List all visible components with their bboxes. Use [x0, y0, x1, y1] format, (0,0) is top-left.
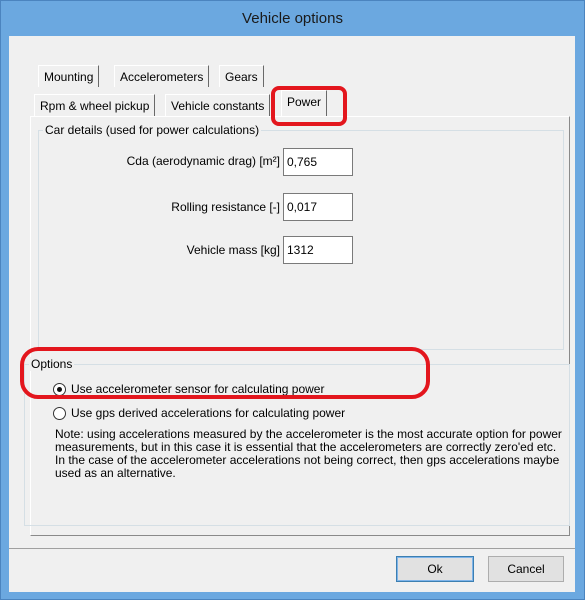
radio-use-gps[interactable]: Use gps derived accelerations for calcul… [53, 404, 345, 422]
tab-vehicle-constants-label: Vehicle constants [171, 99, 265, 113]
ok-button[interactable]: Ok [396, 556, 474, 582]
tab-accelerometers-label: Accelerometers [120, 70, 204, 84]
vehicle-mass-input[interactable] [283, 236, 353, 264]
radio-accelerometer-label: Use accelerometer sensor for calculating… [71, 382, 325, 396]
tab-power[interactable]: Power [281, 90, 328, 116]
options-note: Note: using accelerations measured by th… [55, 427, 562, 480]
tab-gears-label: Gears [225, 70, 258, 84]
rolling-resistance-input[interactable] [283, 193, 353, 221]
vehicle-mass-label: Vehicle mass [kg] [186, 243, 280, 257]
cancel-button[interactable]: Cancel [488, 556, 564, 582]
footer-separator [9, 548, 575, 549]
tab-gears[interactable]: Gears [219, 65, 264, 87]
tab-vehicle-constants[interactable]: Vehicle constants [165, 94, 271, 116]
tab-power-label: Power [287, 95, 322, 109]
tab-mounting[interactable]: Mounting [38, 65, 100, 87]
rolling-resistance-label: Rolling resistance [-] [171, 200, 280, 214]
tab-rpm-wheel-pickup-label: Rpm & wheel pickup [40, 99, 150, 113]
tab-accelerometers[interactable]: Accelerometers [114, 65, 210, 87]
tab-mounting-label: Mounting [44, 70, 94, 84]
radio-use-accelerometer[interactable]: Use accelerometer sensor for calculating… [53, 380, 324, 398]
title-bar[interactable]: Vehicle options [1, 1, 584, 37]
window-title: Vehicle options [242, 10, 343, 27]
radio-gps-label: Use gps derived accelerations for calcul… [71, 406, 346, 420]
options-title: Options [29, 357, 75, 371]
radio-accelerometer-button[interactable] [53, 382, 66, 396]
radio-gps-button[interactable] [53, 406, 66, 420]
car-details-title: Car details (used for power calculations… [43, 123, 262, 137]
tab-rpm-wheel-pickup[interactable]: Rpm & wheel pickup [34, 94, 156, 116]
cda-label: Cda (aerodynamic drag) [m²] [126, 154, 280, 168]
cda-input[interactable] [283, 148, 353, 176]
